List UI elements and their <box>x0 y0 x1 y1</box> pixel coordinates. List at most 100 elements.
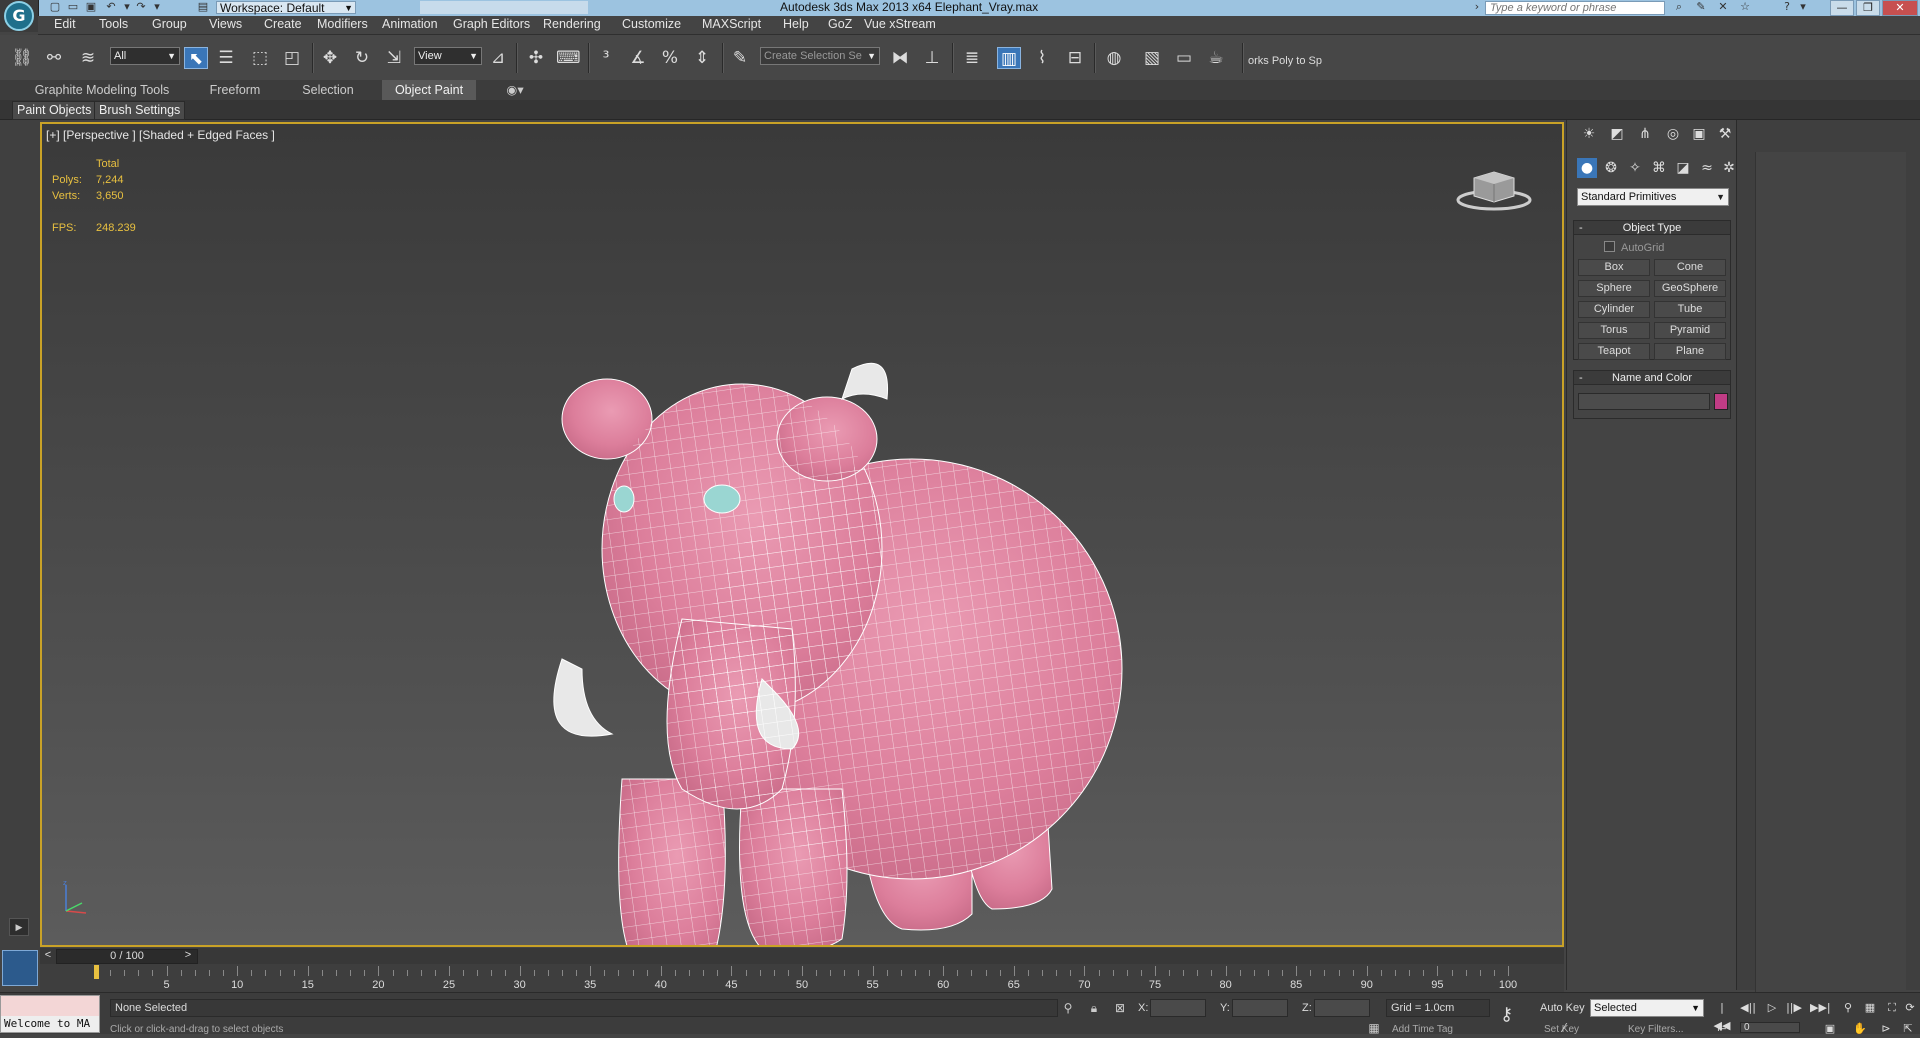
redo-dropdown-icon[interactable]: ▾ <box>150 1 164 13</box>
menu-create[interactable]: Create <box>264 16 302 34</box>
previous-key-icon[interactable]: ◀|| <box>1738 999 1758 1017</box>
select-and-scale-icon[interactable]: ⇲ <box>382 47 406 69</box>
geosphere-button[interactable]: GeoSphere <box>1654 280 1726 297</box>
select-by-name-icon[interactable]: ☰ <box>214 47 238 69</box>
save-file-icon[interactable]: ▣ <box>84 1 98 13</box>
undo-icon[interactable]: ↶ <box>104 1 118 13</box>
menu-goz[interactable]: GoZ <box>828 16 852 34</box>
selection-lock-icon[interactable]: 🔒︎ <box>1086 1000 1102 1016</box>
previous-frame-icon[interactable]: < <box>42 949 54 962</box>
y-coordinate-field[interactable] <box>1232 999 1288 1017</box>
cylinder-button[interactable]: Cylinder <box>1578 301 1650 318</box>
cone-button[interactable]: Cone <box>1654 259 1726 276</box>
reference-coordinate-dropdown[interactable]: View ▼ <box>414 47 482 65</box>
time-tag-icon[interactable]: ▦ <box>1366 1020 1382 1036</box>
absolute-mode-icon[interactable]: ⊠ <box>1112 1000 1128 1016</box>
graphite-modeling-tools-icon[interactable]: ▥ <box>997 47 1021 69</box>
select-and-rotate-icon[interactable]: ↻ <box>350 47 374 69</box>
rectangular-selection-icon[interactable]: ⬚ <box>248 47 272 69</box>
selection-filter-dropdown[interactable]: All ▼ <box>110 47 180 65</box>
go-to-start-icon[interactable]: |◀◀ <box>1712 999 1732 1032</box>
menu-edit[interactable]: Edit <box>54 16 76 34</box>
unlink-selection-icon[interactable]: ⚯ <box>42 47 66 69</box>
next-frame-icon[interactable]: > <box>182 949 194 962</box>
bind-to-space-warp-icon[interactable]: ≋ <box>76 47 100 69</box>
maxscript-mini-listener[interactable]: Welcome to MA <box>0 995 100 1033</box>
teapot-button[interactable]: Teapot <box>1578 343 1650 360</box>
tube-button[interactable]: Tube <box>1654 301 1726 318</box>
zoom-extents-icon[interactable]: ▦ <box>1860 999 1880 1017</box>
select-and-move-icon[interactable]: ✥ <box>318 47 342 69</box>
undo-dropdown-icon[interactable]: ▾ <box>120 1 134 13</box>
tab-graphite-modeling-tools[interactable]: Graphite Modeling Tools <box>20 80 184 100</box>
field-of-view-icon[interactable]: ⊳ <box>1876 1020 1896 1038</box>
communication-center-icon[interactable]: ✕ <box>1716 1 1730 13</box>
viewcube-icon[interactable] <box>1456 162 1532 212</box>
rendered-frame-window-icon[interactable]: ▭ <box>1172 47 1196 69</box>
go-to-end-icon[interactable]: ▶▶| <box>1810 999 1831 1017</box>
menu-views[interactable]: Views <box>209 16 242 34</box>
track-bar[interactable]: 5 10 15 20 25 30 35 40 45 50 55 60 65 70 75 80 85 90 95 100 <box>40 964 1564 992</box>
object-name-field[interactable] <box>1578 393 1710 410</box>
edit-named-selection-icon[interactable]: ✎ <box>728 47 752 69</box>
keyboard-shortcut-override-icon[interactable]: ⌨ <box>556 47 581 69</box>
select-and-manipulate-icon[interactable]: ✣ <box>524 47 548 69</box>
render-setup-icon[interactable]: ▧ <box>1140 47 1164 69</box>
key-selection-dropdown[interactable]: Selected ▼ <box>1590 999 1704 1017</box>
torus-button[interactable]: Torus <box>1578 322 1650 339</box>
menu-graph-editors[interactable]: Graph Editors <box>453 16 530 34</box>
tab-freeform[interactable]: Freeform <box>200 80 270 100</box>
curve-editor-icon[interactable]: ⌇ <box>1030 47 1054 69</box>
menu-customize[interactable]: Customize <box>622 16 681 34</box>
search-field[interactable] <box>1485 1 1665 15</box>
hierarchy-tab-icon[interactable]: ⋔ <box>1635 124 1655 144</box>
key-mode-toggle-icon[interactable]: ⇤ <box>1712 1020 1732 1038</box>
auto-key-button[interactable]: Auto Key <box>1540 1002 1585 1014</box>
menu-animation[interactable]: Animation <box>382 16 438 34</box>
tab-object-paint[interactable]: Object Paint <box>382 80 476 100</box>
orbit-icon[interactable]: ⟳ <box>1900 999 1920 1017</box>
sphere-button[interactable]: Sphere <box>1578 280 1650 297</box>
pivot-center-icon[interactable]: ⊿ <box>486 47 510 69</box>
percent-snap-icon[interactable]: % <box>658 47 682 69</box>
isolate-selection-icon[interactable]: ⚲ <box>1060 1000 1076 1016</box>
menu-vue-xstream[interactable]: Vue xStream <box>864 16 936 34</box>
tab-selection[interactable]: Selection <box>290 80 366 100</box>
schematic-view-icon[interactable]: ⊟ <box>1063 47 1087 69</box>
play-icon[interactable]: ▷ <box>1762 999 1782 1017</box>
viewport-label-menu[interactable]: [+] [Perspective ] [Shaded + Edged Faces… <box>46 128 275 142</box>
perspective-viewport[interactable]: [+] [Perspective ] [Shaded + Edged Faces… <box>40 122 1564 947</box>
z-coordinate-field[interactable] <box>1314 999 1370 1017</box>
key-mode-icon[interactable]: ⁄ <box>1556 1020 1572 1036</box>
named-selection-sets-dropdown[interactable]: Create Selection Se ▼ <box>760 47 880 65</box>
menu-rendering[interactable]: Rendering <box>543 16 601 34</box>
menu-group[interactable]: Group <box>152 16 187 34</box>
chevron-right-icon[interactable]: › <box>1470 1 1484 13</box>
shapes-icon[interactable]: ❂ <box>1601 158 1621 178</box>
workspace-dropdown[interactable]: Workspace: Default ▼ <box>216 1 356 15</box>
mirror-icon[interactable]: ⧓ <box>888 47 912 69</box>
viewport-layout-expand-icon[interactable]: ▶ <box>9 918 29 936</box>
align-icon[interactable]: ⊥ <box>920 47 944 69</box>
utilities-tab-icon[interactable]: ⚒ <box>1715 124 1735 144</box>
name-color-rollout-header[interactable]: - Name and Color <box>1573 370 1731 385</box>
current-frame-field[interactable]: 0 <box>1740 1022 1800 1033</box>
material-editor-icon[interactable]: ◍ <box>1102 47 1126 69</box>
snaps-toggle-icon[interactable]: ³ <box>594 47 618 69</box>
object-color-swatch[interactable] <box>1714 393 1728 410</box>
restore-button[interactable]: ❐ <box>1856 0 1880 16</box>
set-key-icon[interactable]: ⚷ <box>1500 1004 1513 1025</box>
object-category-dropdown[interactable]: Standard Primitives ▼ <box>1577 188 1729 206</box>
time-slider[interactable]: 0 / 100 <box>56 949 198 964</box>
window-crossing-icon[interactable]: ◰ <box>280 47 304 69</box>
angle-snap-icon[interactable]: ∡ <box>626 47 650 69</box>
motion-tab-icon[interactable]: ◎ <box>1663 124 1683 144</box>
app-logo-button[interactable]: G <box>0 0 39 32</box>
add-time-tag[interactable]: Add Time Tag <box>1392 1024 1453 1035</box>
object-type-rollout-header[interactable]: - Object Type <box>1573 220 1731 235</box>
x-coordinate-field[interactable] <box>1150 999 1206 1017</box>
tab-brush-settings[interactable]: Brush Settings <box>94 101 186 120</box>
display-tab-icon[interactable]: ▣ <box>1689 124 1709 144</box>
elephant-model[interactable] <box>542 359 1142 947</box>
binoculars-icon[interactable]: ⌕ <box>1672 1 1686 13</box>
